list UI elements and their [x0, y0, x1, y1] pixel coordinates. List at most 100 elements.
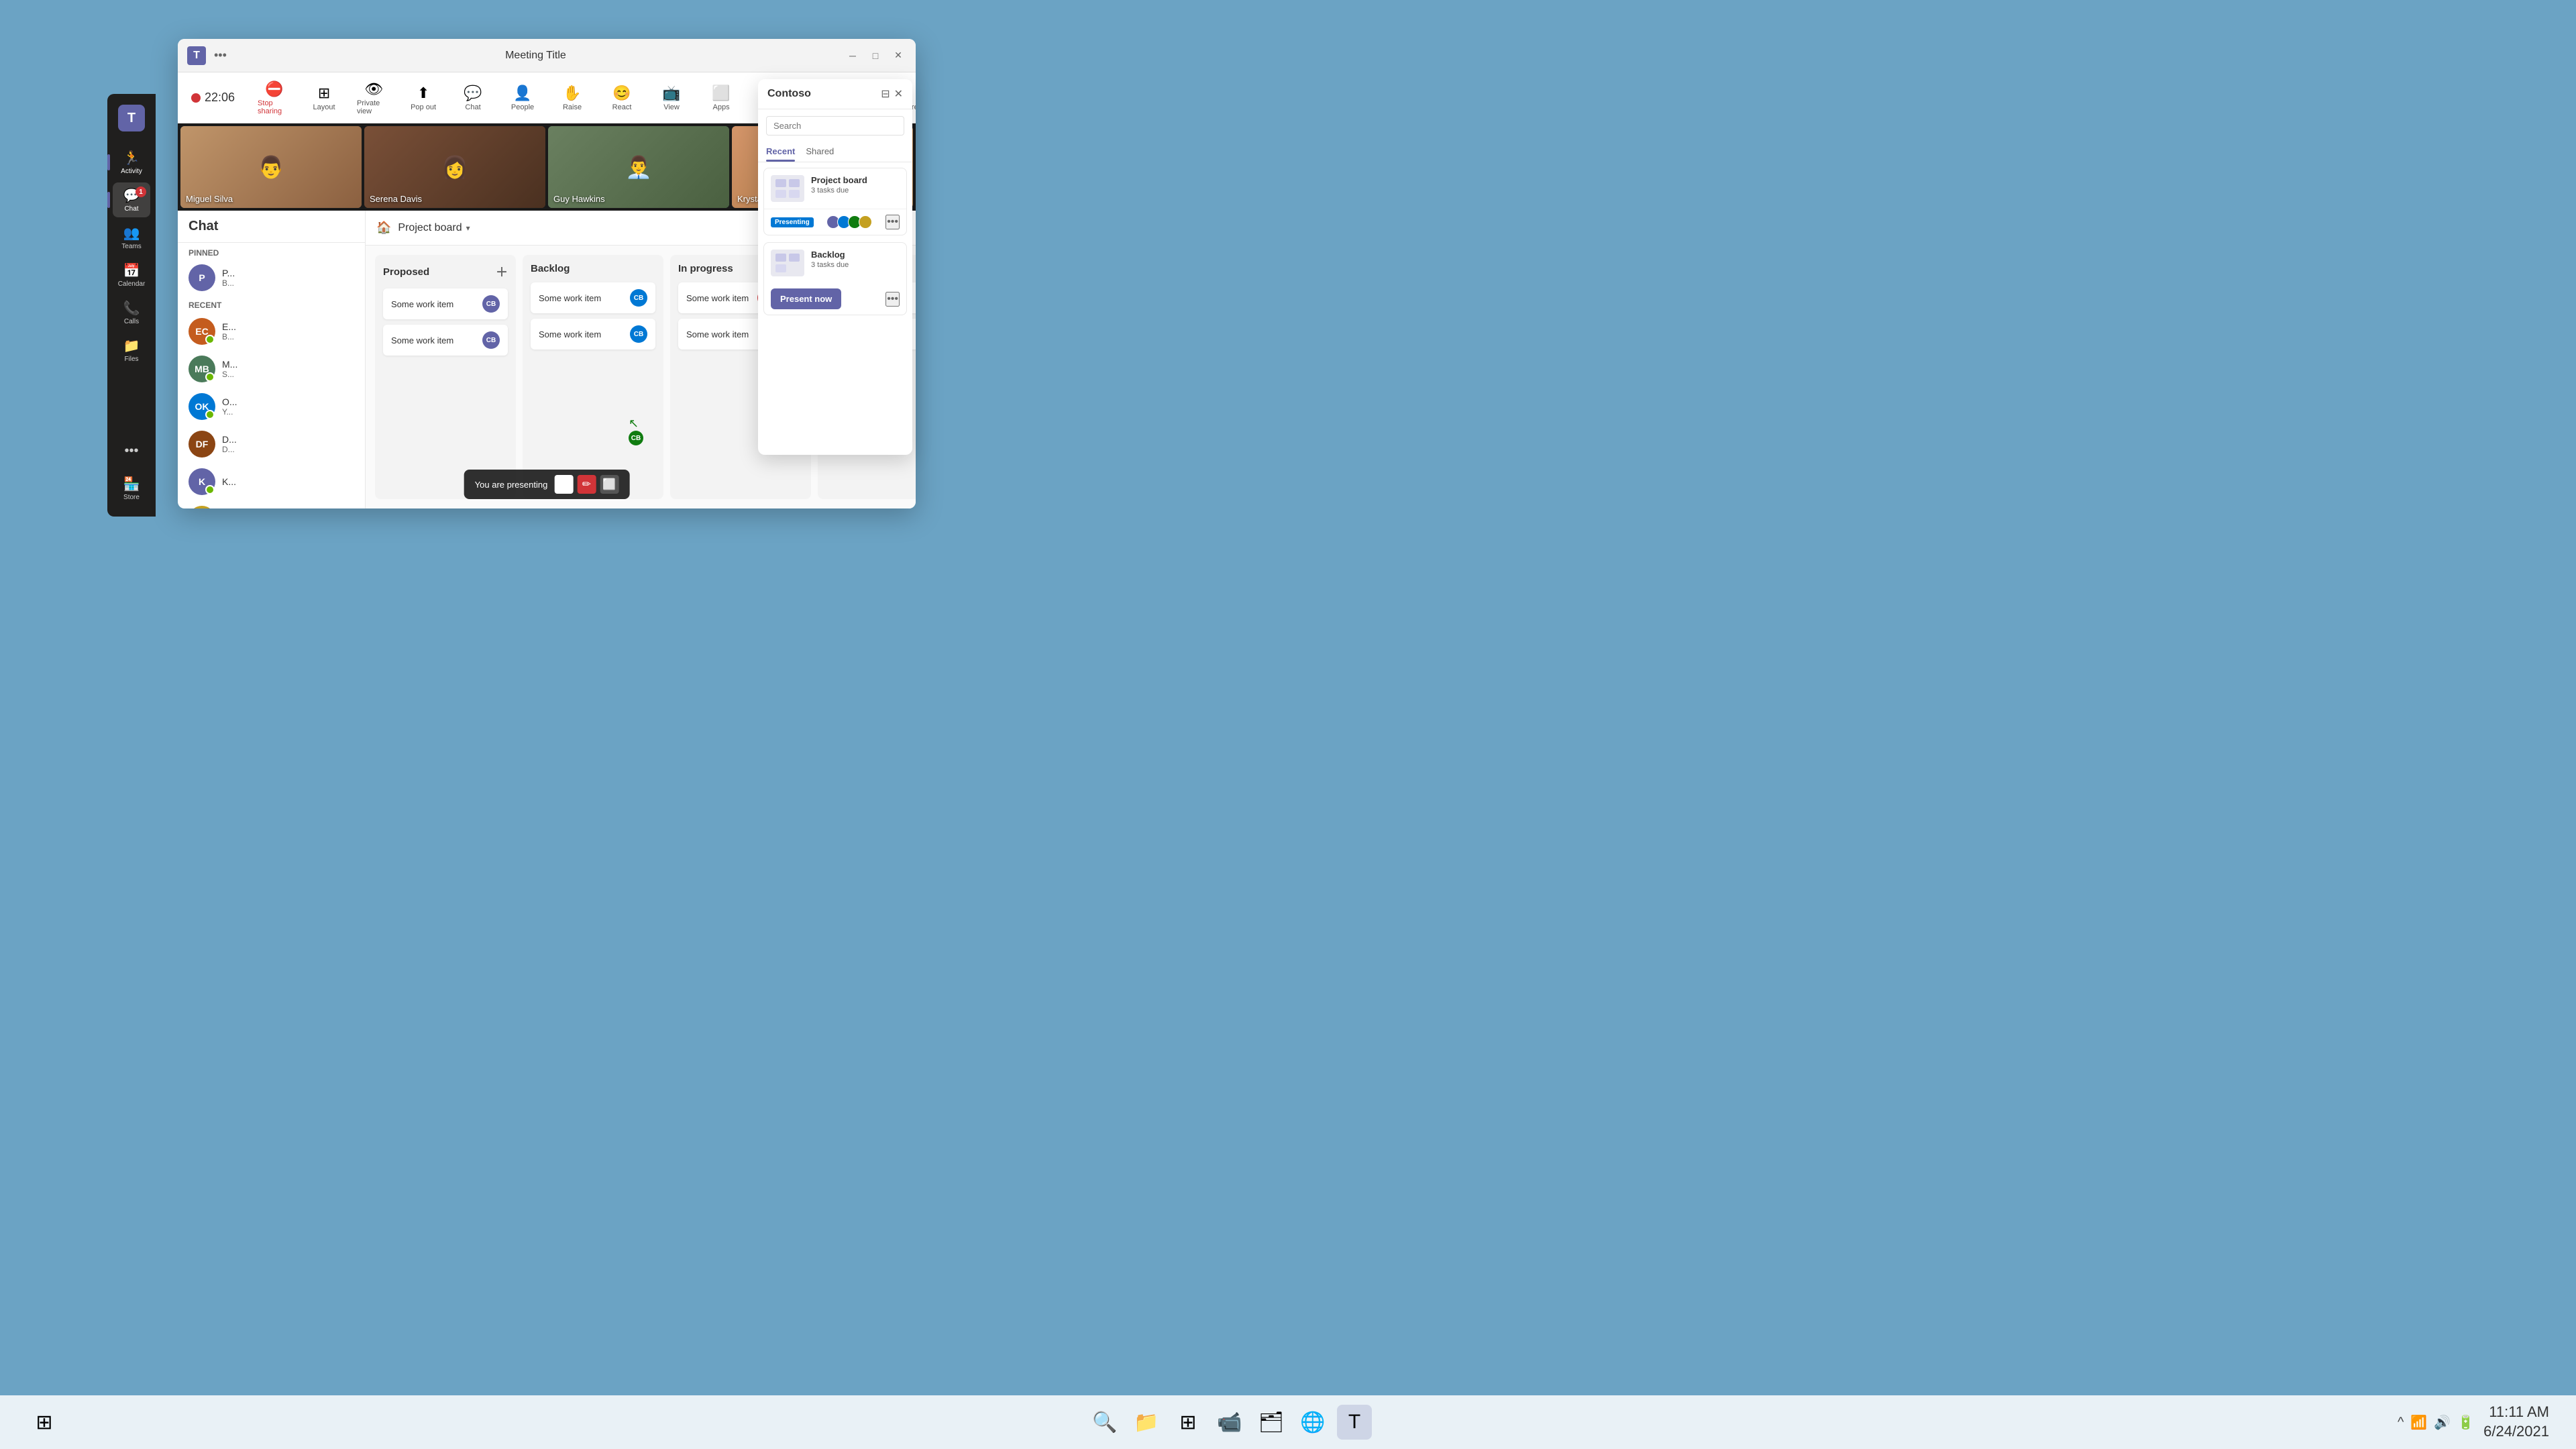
contoso-item-projectboard: Project board 3 tasks due Presenting •••	[763, 168, 907, 235]
mb-info: M... S...	[222, 359, 354, 379]
volume-icon[interactable]: 🔊	[2434, 1414, 2451, 1431]
card-text: Some work item	[391, 335, 453, 345]
project-board-thumb	[771, 175, 804, 202]
maximize-button[interactable]: □	[867, 48, 883, 64]
tab-shared[interactable]: Shared	[806, 142, 834, 162]
kanban-home-icon[interactable]: 🏠	[376, 221, 391, 235]
tab-recent[interactable]: Recent	[766, 142, 795, 162]
taskbar-teams[interactable]: T	[1337, 1405, 1372, 1440]
view-label: View	[663, 103, 680, 111]
mb-avatar: MB	[189, 356, 215, 382]
minimize-button[interactable]: ─	[845, 48, 861, 64]
contoso-close-button[interactable]: ✕	[894, 87, 903, 101]
react-button[interactable]: 😊 React	[598, 80, 645, 115]
wifi-icon[interactable]: 📶	[2410, 1414, 2427, 1431]
miguel-avatar: 👨	[258, 154, 284, 180]
taskbar-files[interactable]: 🗂	[1254, 1405, 1289, 1440]
nav-item-teams[interactable]: 👥 Teams	[113, 220, 150, 255]
kanban-card[interactable]: Some work item CB	[531, 282, 655, 313]
video-tile-miguel[interactable]: 👨 Miguel Silva	[180, 126, 362, 208]
k-info: K...	[222, 476, 354, 487]
nav-item-chat[interactable]: 💬 Chat 1	[113, 182, 150, 217]
pop-out-button[interactable]: ⬆ Pop out	[400, 80, 447, 115]
nav-item-store[interactable]: 🏪 Store	[113, 471, 150, 506]
chat-item-k[interactable]: K K...	[178, 463, 365, 500]
chat-item-ec[interactable]: EC E... B...	[178, 313, 365, 350]
files-icon: 📁	[123, 337, 140, 354]
view-button[interactable]: 📺 View	[648, 80, 695, 115]
people-icon: 👤	[513, 85, 531, 102]
battery-icon[interactable]: 🔋	[2457, 1414, 2474, 1431]
chat-item-df[interactable]: DF D... D...	[178, 425, 365, 463]
taskbar-teams-meet[interactable]: 📹	[1212, 1405, 1247, 1440]
start-button[interactable]: ⊞	[27, 1405, 62, 1440]
kanban-card[interactable]: Some work item CB	[383, 288, 508, 319]
people-label: People	[511, 103, 534, 111]
contoso-minimize-button[interactable]: ⊟	[881, 87, 890, 101]
nav-item-calls[interactable]: 📞 Calls	[113, 295, 150, 330]
kanban-card[interactable]: Some work item CB	[383, 325, 508, 356]
backlog-more-button[interactable]: •••	[885, 292, 900, 307]
store-icon: 🏪	[123, 476, 140, 492]
nav-item-calendar[interactable]: 📅 Calendar	[113, 258, 150, 292]
taskbar-right: ^ 📶 🔊 🔋 11:11 AM 6/24/2021	[2398, 1403, 2549, 1441]
chat-item-ok[interactable]: OK O... Y...	[178, 388, 365, 425]
nav-item-activity[interactable]: 🏃 Activity	[113, 145, 150, 180]
contoso-items: Project board 3 tasks due Presenting •••	[758, 162, 912, 455]
taskbar-clock[interactable]: 11:11 AM 6/24/2021	[2483, 1403, 2549, 1441]
video-tile-serena[interactable]: 👩 Serena Davis	[364, 126, 545, 208]
taskbar-edge[interactable]: 🌐	[1295, 1405, 1330, 1440]
video-tile-guy[interactable]: 👨‍💼 Guy Hawkins	[548, 126, 729, 208]
window-controls: ─ □ ✕	[845, 48, 906, 64]
chat-item-t[interactable]: T T... Reta: Let's set up a brainstorm s…	[178, 500, 365, 508]
calls-icon: 📞	[123, 300, 140, 317]
teams-logo: T	[118, 105, 145, 131]
taskbar-file-explorer[interactable]: 📁	[1129, 1405, 1164, 1440]
proposed-add-button[interactable]: ＋	[496, 263, 508, 280]
guy-avatar: 👨‍💼	[625, 154, 652, 180]
more-nav-icon: •••	[124, 443, 138, 459]
contoso-title: Contoso	[767, 88, 811, 100]
ec-info: E... B...	[222, 321, 354, 341]
presenting-status-badge: Presenting	[771, 217, 814, 227]
contoso-panel-header: Contoso ⊟ ✕	[758, 79, 912, 109]
raise-button[interactable]: ✋ Raise	[549, 80, 596, 115]
taskbar-widgets[interactable]: ⊞	[1171, 1405, 1205, 1440]
kanban-card[interactable]: Some work item CB	[531, 319, 655, 350]
people-button[interactable]: 👤 People	[499, 80, 546, 115]
project-board-more-button[interactable]: •••	[885, 215, 900, 229]
stop-sharing-button[interactable]: ⛔ Stop sharing	[251, 76, 298, 119]
chat-item-mb[interactable]: MB M... S...	[178, 350, 365, 388]
eraser-tool[interactable]: ⬜	[600, 475, 619, 494]
chat-sidebar: Chat Pinned P P... B... Recent EC E... B…	[178, 211, 366, 508]
contoso-search-input[interactable]	[766, 116, 904, 136]
pen-white-tool[interactable]: ✏	[554, 475, 573, 494]
nav-item-more[interactable]: •••	[113, 433, 150, 468]
k-avatar: K	[189, 468, 215, 495]
pen-red-tool[interactable]: ✏	[577, 475, 596, 494]
private-view-button[interactable]: 👁 Private view	[350, 76, 397, 119]
close-button[interactable]: ✕	[890, 48, 906, 64]
card-avatar-sm: CB	[482, 331, 500, 349]
stop-sharing-label: Stop sharing	[258, 99, 291, 115]
apps-button[interactable]: ⬜ Apps	[698, 80, 745, 115]
window-title: Meeting Title	[227, 50, 845, 62]
project-board-info: Project board 3 tasks due	[811, 175, 900, 195]
nav-item-files[interactable]: 📁 Files	[113, 333, 150, 368]
taskbar: ⊞ 🔍 📁 ⊞ 📹 🗂 🌐 T ^ 📶 🔊 🔋 11:11 AM 6/24/20…	[0, 1395, 2576, 1449]
layout-button[interactable]: ⊞ Layout	[301, 80, 347, 115]
window-menu-dots[interactable]: •••	[214, 48, 227, 62]
serena-avatar: 👩	[441, 154, 468, 180]
pinned-chat-item[interactable]: P P... B...	[178, 260, 365, 295]
kanban-breadcrumb[interactable]: Project board ▾	[398, 222, 470, 234]
recording-dot	[191, 93, 201, 103]
pinned-chat-name: P...	[222, 268, 354, 278]
taskbar-search[interactable]: 🔍	[1087, 1405, 1122, 1440]
breadcrumb-text: Project board	[398, 222, 462, 234]
present-now-button[interactable]: Present now	[771, 288, 841, 309]
private-view-label: Private view	[357, 99, 390, 115]
chat-toolbar-button[interactable]: 💬 Chat	[449, 80, 496, 115]
tray-expand[interactable]: ^	[2398, 1415, 2404, 1430]
pinned-chat-info: P... B...	[222, 268, 354, 288]
pop-out-icon: ⬆	[417, 85, 429, 102]
